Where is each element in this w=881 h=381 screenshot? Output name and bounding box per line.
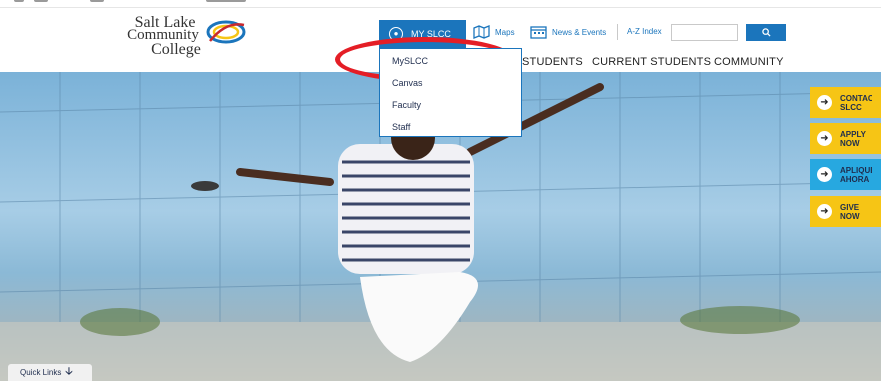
arrow-right-icon: ➜ bbox=[817, 167, 832, 182]
news-events-link[interactable]: News & Events bbox=[530, 24, 606, 40]
my-slcc-button[interactable]: ● MY SLCC bbox=[379, 20, 466, 48]
arrow-down-icon: 🡣 bbox=[65, 366, 73, 377]
give-now-button[interactable]: ➜ GIVE NOW bbox=[810, 196, 881, 227]
search-input[interactable] bbox=[671, 24, 738, 41]
slcc-logo[interactable]: Salt Lake Community College bbox=[118, 15, 258, 63]
calendar-icon bbox=[530, 26, 547, 39]
dropdown-item-faculty[interactable]: Faculty bbox=[392, 100, 421, 110]
search-button[interactable] bbox=[746, 24, 786, 41]
quick-links-label: Quick Links bbox=[20, 368, 62, 377]
nav-students[interactable]: STUDENTS bbox=[522, 56, 583, 68]
contact-slcc-button[interactable]: ➜ CONTACT SLCC bbox=[810, 87, 881, 118]
map-icon bbox=[473, 25, 490, 39]
arrow-right-icon: ➜ bbox=[817, 204, 832, 219]
dropdown-item-staff[interactable]: Staff bbox=[392, 122, 410, 132]
maps-label: Maps bbox=[495, 27, 515, 37]
arrow-right-icon: ➜ bbox=[817, 131, 832, 146]
contact-slcc-label: CONTACT SLCC bbox=[840, 93, 872, 112]
user-circle-icon: ● bbox=[389, 27, 403, 41]
apply-now-label: APPLY NOW bbox=[840, 129, 866, 148]
give-now-label: GIVE NOW bbox=[840, 202, 860, 221]
dropdown-item-myslcc[interactable]: MySLCC bbox=[392, 56, 428, 66]
apply-now-button[interactable]: ➜ APPLY NOW bbox=[810, 123, 881, 154]
top-browser-strip bbox=[0, 0, 881, 8]
search-icon bbox=[761, 28, 771, 37]
maps-link[interactable]: Maps bbox=[473, 24, 515, 40]
logo-swoosh-icon bbox=[206, 20, 246, 44]
aplique-ahora-label: APLIQUE AHORA bbox=[840, 165, 872, 184]
arrow-right-icon: ➜ bbox=[817, 95, 832, 110]
my-slcc-dropdown: MySLCC Canvas Faculty Staff bbox=[379, 48, 522, 137]
nav-community[interactable]: COMMUNITY bbox=[714, 56, 784, 68]
az-index-link[interactable]: A-Z Index bbox=[627, 27, 662, 36]
quick-links-tab[interactable]: Quick Links 🡣 bbox=[8, 364, 92, 381]
aplique-ahora-button[interactable]: ➜ APLIQUE AHORA bbox=[810, 159, 881, 190]
dropdown-item-canvas[interactable]: Canvas bbox=[392, 78, 423, 88]
utility-divider bbox=[617, 24, 618, 40]
my-slcc-label: MY SLCC bbox=[411, 29, 451, 39]
news-events-label: News & Events bbox=[552, 27, 607, 37]
nav-current-students[interactable]: CURRENT STUDENTS bbox=[592, 56, 711, 68]
